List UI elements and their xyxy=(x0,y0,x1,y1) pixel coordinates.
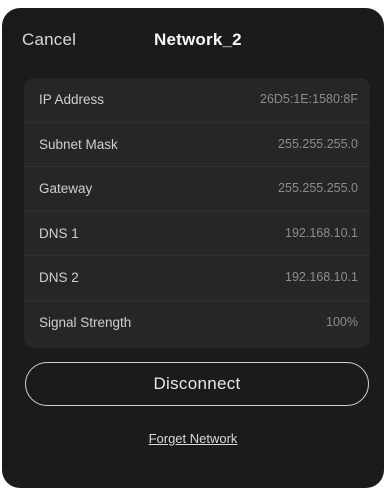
detail-value: 100% xyxy=(326,314,358,329)
detail-label: DNS 2 xyxy=(39,270,79,286)
detail-row-signal-strength: Signal Strength 100% xyxy=(24,301,370,346)
detail-row-dns-1: DNS 1 192.168.10.1 xyxy=(24,212,370,257)
detail-row-ip-address: IP Address 26D5:1E:1580:8F xyxy=(24,78,370,123)
detail-value: 255.255.255.0 xyxy=(278,181,358,196)
page-title: Network_2 xyxy=(154,30,242,49)
detail-value: 192.168.10.1 xyxy=(285,270,358,285)
detail-row-subnet-mask: Subnet Mask 255.255.255.0 xyxy=(24,123,370,168)
header: Cancel Network_2 xyxy=(2,8,384,72)
detail-label: Signal Strength xyxy=(39,314,132,330)
detail-value: 192.168.10.1 xyxy=(285,225,358,240)
detail-row-gateway: Gateway 255.255.255.0 xyxy=(24,167,370,212)
detail-label: IP Address xyxy=(39,92,105,107)
disconnect-button[interactable]: Disconnect xyxy=(25,362,369,406)
forget-network-link[interactable]: Forget Network xyxy=(2,431,384,446)
network-details-sheet: Cancel Network_2 IP Address 26D5:1E:1580… xyxy=(2,8,384,488)
detail-value: 255.255.255.0 xyxy=(278,136,358,151)
cancel-button[interactable]: Cancel xyxy=(22,30,76,50)
detail-label: Gateway xyxy=(39,181,93,197)
detail-value: 26D5:1E:1580:8F xyxy=(260,92,358,106)
detail-label: Subnet Mask xyxy=(39,136,118,152)
network-details-card: IP Address 26D5:1E:1580:8F Subnet Mask 2… xyxy=(24,78,370,348)
detail-row-dns-2: DNS 2 192.168.10.1 xyxy=(24,256,370,301)
detail-label: DNS 1 xyxy=(39,225,79,241)
